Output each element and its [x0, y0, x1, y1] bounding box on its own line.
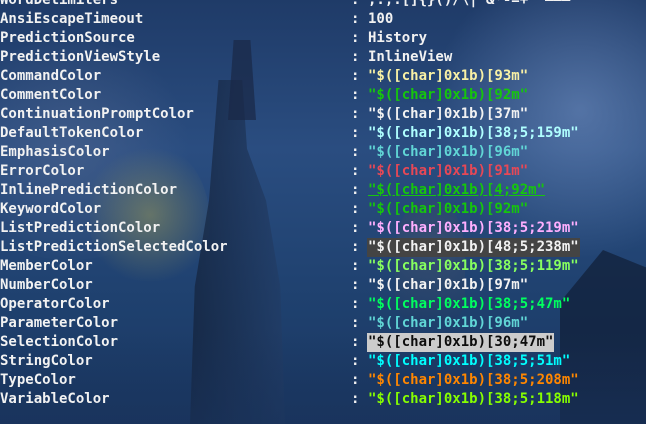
option-row: AnsiEscapeTimeout:100: [0, 10, 646, 29]
option-name: ListPredictionColor: [0, 220, 161, 236]
option-name: TypeColor: [0, 372, 76, 388]
option-value: "$([char]0x1b)[38;5;208m": [368, 372, 579, 388]
option-row: PredictionSource: History: [0, 29, 646, 48]
option-name: OperatorColor: [0, 296, 110, 312]
option-value: "$([char]0x1b)[4;92m": [368, 182, 546, 198]
separator-colon: :: [351, 315, 360, 331]
separator-colon: :: [351, 277, 360, 293]
separator-colon: :: [351, 30, 360, 46]
option-row: OperatorColor: "$([char]0x1b)[38;5;47m": [0, 295, 646, 314]
option-value: History: [368, 30, 428, 46]
option-name: CommentColor: [0, 87, 102, 103]
option-row: MemberColor: "$([char]0x1b)[38;5;119m": [0, 257, 646, 276]
option-row: DefaultTokenColor: "$([char]0x1b)[38;5;15…: [0, 124, 646, 143]
separator-colon: :: [351, 239, 360, 255]
terminal-output: WordDelimiters: ;:,.[]{}()/\|^&*-=+'"–—― A…: [0, 0, 646, 424]
option-value: "$([char]0x1b)[30;47m": [367, 333, 555, 352]
option-name: AnsiEscapeTimeout: [0, 11, 144, 27]
option-row: SelectionColor: "$([char]0x1b)[30;47m": [0, 333, 646, 352]
option-value: 100: [368, 11, 394, 27]
option-value: "$([char]0x1b)[38;5;119m": [368, 258, 579, 274]
separator-colon: :: [351, 68, 360, 84]
option-name: KeywordColor: [0, 201, 102, 217]
option-name: SelectionColor: [0, 334, 119, 350]
option-row: NumberColor: "$([char]0x1b)[97m": [0, 276, 646, 295]
separator-colon: :: [351, 353, 360, 369]
option-value: "$([char]0x1b)[92m": [368, 201, 529, 217]
separator-colon: :: [351, 220, 360, 236]
separator-colon: :: [351, 87, 360, 103]
option-row: TypeColor: "$([char]0x1b)[38;5;208m": [0, 371, 646, 390]
option-name: WordDelimiters: [0, 0, 119, 8]
option-row: CommentColor: "$([char]0x1b)[92m": [0, 86, 646, 105]
separator-colon: :: [351, 201, 360, 217]
option-row: ListPredictionColor: "$([char]0x1b)[38;5;…: [0, 219, 646, 238]
option-value: "$([char]0x1b)[38;5;159m": [368, 125, 579, 141]
separator-colon: :: [351, 49, 360, 65]
option-row: KeywordColor: "$([char]0x1b)[92m": [0, 200, 646, 219]
option-value: ;:,.[]{}()/\|^&*-=+'"–—―: [368, 0, 571, 8]
option-row: ContinuationPromptColor: "$([char]0x1b)[3…: [0, 105, 646, 124]
option-name: DefaultTokenColor: [0, 125, 144, 141]
option-row: PredictionViewStyle: InlineView: [0, 48, 646, 67]
separator-colon: :: [351, 144, 360, 160]
option-name: ParameterColor: [0, 315, 119, 331]
option-value: "$([char]0x1b)[38;5;118m": [368, 391, 579, 407]
separator-colon: :: [351, 372, 360, 388]
option-value: "$([char]0x1b)[48;5;238m": [367, 238, 580, 257]
option-name: PredictionSource: [0, 30, 135, 46]
separator-colon: :: [351, 106, 360, 122]
option-row: StringColor: "$([char]0x1b)[38;5;51m": [0, 352, 646, 371]
option-value: "$([char]0x1b)[96m": [368, 315, 529, 331]
separator-colon: :: [351, 391, 360, 407]
option-name: ErrorColor: [0, 163, 85, 179]
separator-colon: :: [351, 182, 360, 198]
option-name: CommandColor: [0, 68, 102, 84]
option-value: "$([char]0x1b)[93m": [368, 68, 529, 84]
option-value: "$([char]0x1b)[38;5;219m": [368, 220, 579, 236]
option-name: EmphasisColor: [0, 144, 110, 160]
option-row: ParameterColor: "$([char]0x1b)[96m": [0, 314, 646, 333]
option-name: InlinePredictionColor: [0, 182, 178, 198]
option-name: MemberColor: [0, 258, 93, 274]
option-row: CommandColor: "$([char]0x1b)[93m": [0, 67, 646, 86]
option-row: InlinePredictionColor: "$([char]0x1b)[4;9…: [0, 181, 646, 200]
option-value: "$([char]0x1b)[37m": [368, 106, 529, 122]
separator-colon: :: [351, 334, 360, 350]
option-value: "$([char]0x1b)[97m": [368, 277, 529, 293]
option-row: EmphasisColor: "$([char]0x1b)[96m": [0, 143, 646, 162]
option-value: "$([char]0x1b)[38;5;47m": [368, 296, 571, 312]
option-row: VariableColor: "$([char]0x1b)[38;5;118m": [0, 390, 646, 409]
option-name: ListPredictionSelectedColor: [0, 239, 228, 255]
option-name: PredictionViewStyle: [0, 49, 161, 65]
option-value: "$([char]0x1b)[92m": [368, 87, 529, 103]
option-value: "$([char]0x1b)[38;5;51m": [368, 353, 571, 369]
separator-colon: :: [351, 0, 360, 8]
separator-colon: :: [351, 11, 360, 27]
option-value: "$([char]0x1b)[96m": [368, 144, 529, 160]
option-name: VariableColor: [0, 391, 110, 407]
option-row: ErrorColor: "$([char]0x1b)[91m": [0, 162, 646, 181]
option-name: NumberColor: [0, 277, 93, 293]
option-name: ContinuationPromptColor: [0, 106, 194, 122]
option-row: ListPredictionSelectedColor: "$([char]0x1…: [0, 238, 646, 257]
separator-colon: :: [351, 258, 360, 274]
option-row: WordDelimiters: ;:,.[]{}()/\|^&*-=+'"–—―: [0, 0, 646, 10]
option-name: StringColor: [0, 353, 93, 369]
separator-colon: :: [351, 296, 360, 312]
option-value: InlineView: [368, 49, 453, 65]
option-value: "$([char]0x1b)[91m": [368, 163, 529, 179]
separator-colon: :: [351, 163, 360, 179]
separator-colon: :: [351, 125, 360, 141]
